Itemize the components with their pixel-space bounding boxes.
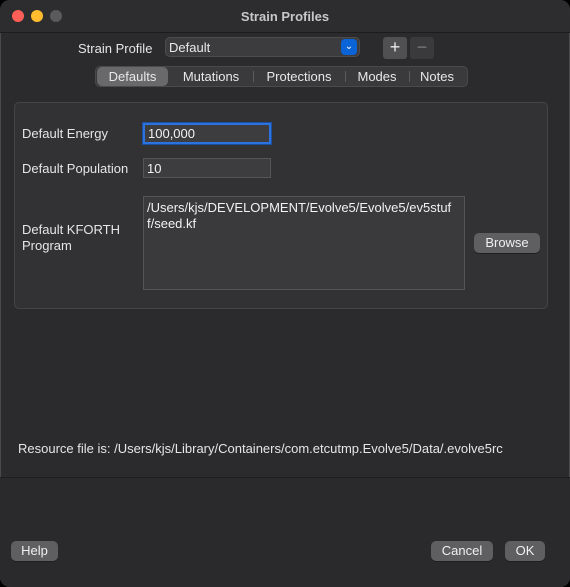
window-title: Strain Profiles	[240, 9, 330, 24]
tab-protections-label: Protections	[266, 69, 332, 84]
tab-mutations-label: Mutations	[182, 69, 240, 84]
browse-button[interactable]: Browse	[474, 233, 540, 253]
strain-profile-select[interactable]: Default ⌄	[165, 37, 360, 57]
tab-defaults-label: Defaults	[108, 69, 157, 84]
footer-area	[0, 478, 570, 587]
tab-mutations[interactable]: Mutations	[170, 67, 252, 86]
default-kforth-label-line1: Default KFORTH	[22, 222, 121, 237]
cancel-button[interactable]: Cancel	[431, 541, 493, 561]
tab-bar: Defaults Mutations Protections Modes Not…	[95, 66, 468, 87]
default-kforth-program-textarea[interactable]: /Users/kjs/DEVELOPMENT/Evolve5/Evolve5/e…	[143, 196, 465, 290]
default-population-label: Default Population	[22, 161, 129, 176]
default-energy-value: 100,000	[148, 126, 195, 141]
ok-button[interactable]: OK	[505, 541, 545, 561]
tab-notes-label: Notes	[420, 69, 454, 84]
browse-button-label: Browse	[485, 235, 529, 250]
tab-notes[interactable]: Notes	[410, 67, 464, 86]
strain-profile-label: Strain Profile	[78, 41, 153, 56]
plus-icon: +	[389, 37, 401, 57]
add-profile-button[interactable]: +	[383, 37, 407, 59]
default-population-value: 10	[147, 161, 162, 176]
tab-defaults[interactable]: Defaults	[97, 67, 168, 86]
help-button[interactable]: Help	[11, 541, 58, 561]
default-energy-label: Default Energy	[22, 126, 108, 141]
cancel-button-label: Cancel	[441, 543, 483, 558]
tab-modes-label: Modes	[357, 69, 397, 84]
title-bar: Strain Profiles	[0, 0, 570, 33]
strain-profile-selected-value: Default	[169, 40, 211, 55]
tab-modes[interactable]: Modes	[346, 67, 408, 86]
strain-profiles-window: Strain Profiles Strain Profile Default ⌄…	[0, 0, 570, 587]
chevron-down-icon: ⌄	[341, 39, 357, 55]
resource-file-text: Resource file is: /Users/kjs/Library/Con…	[18, 441, 503, 456]
minus-icon: −	[416, 37, 428, 57]
default-kforth-program-path: /Users/kjs/DEVELOPMENT/Evolve5/Evolve5/e…	[147, 200, 452, 231]
tab-protections[interactable]: Protections	[254, 67, 344, 86]
default-kforth-label-line2: Program	[22, 238, 72, 253]
remove-profile-button[interactable]: −	[410, 37, 434, 59]
default-energy-field[interactable]: 100,000	[143, 123, 271, 144]
ok-button-label: OK	[515, 543, 535, 558]
default-population-field[interactable]: 10	[143, 158, 271, 178]
help-button-label: Help	[21, 543, 48, 558]
